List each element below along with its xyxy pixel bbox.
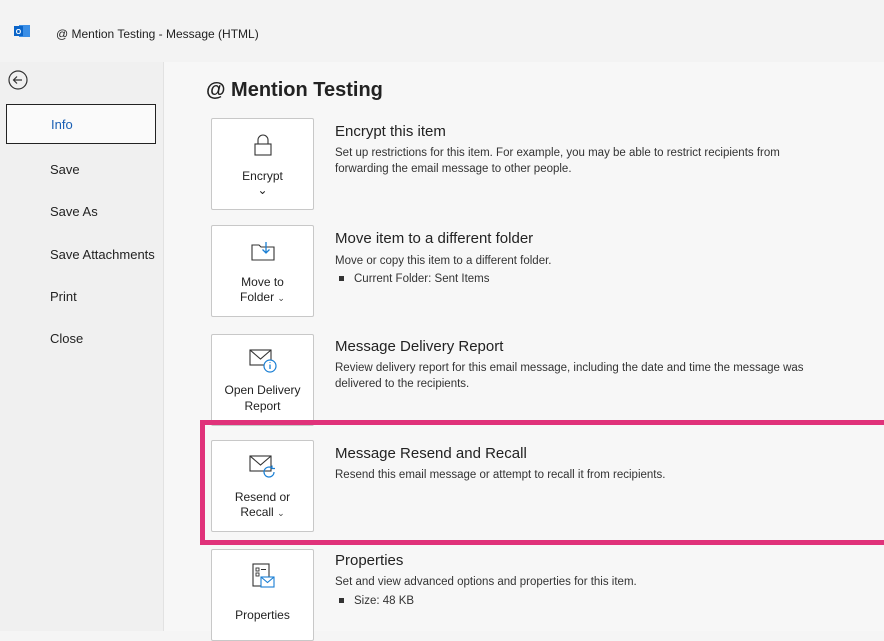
lock-icon [253, 134, 272, 156]
nav-item-save-attachments[interactable]: Save Attachments [6, 235, 156, 275]
properties-button[interactable]: Properties [211, 549, 314, 641]
backstage-sidebar: Info Save Save As Save Attachments Print… [0, 62, 164, 631]
section-desc-move: Move or copy this item to a different fo… [335, 255, 552, 267]
folder-label: Folder [240, 290, 275, 304]
nav-item-print[interactable]: Print [6, 277, 156, 317]
recall-label: Recall [240, 505, 274, 519]
title-bar: O @ Mention Testing - Message (HTML) [0, 0, 884, 63]
section-title-encrypt: Encrypt this item [335, 123, 446, 140]
folder-move-icon [250, 242, 275, 261]
resend-or-label: Resend or [234, 490, 291, 504]
report-label: Report [244, 399, 281, 413]
outlook-app-icon: O [14, 25, 30, 37]
move-to-label: Move to [241, 275, 284, 289]
current-folder-text: Current Folder: Sent Items [354, 273, 490, 285]
page-title: @ Mention Testing [206, 79, 383, 101]
move-to-folder-button[interactable]: Move to Folder ⌄ [211, 225, 314, 317]
section-title-delivery: Message Delivery Report [335, 338, 504, 355]
section-desc-delivery: Review delivery report for this email me… [335, 362, 804, 390]
folder-label-row: Folder ⌄ [212, 290, 313, 306]
bullet-icon [339, 276, 344, 282]
section-title-properties: Properties [335, 552, 404, 569]
nav-item-save[interactable]: Save [6, 150, 156, 190]
section-desc-resend: Resend this email message or attempt to … [335, 469, 666, 481]
section-title-resend: Message Resend and Recall [335, 445, 527, 462]
current-folder-detail: Current Folder: Sent Items [339, 273, 490, 285]
bullet-icon [339, 598, 344, 604]
back-arrow-icon[interactable] [6, 68, 30, 92]
window-title: @ Mention Testing - Message (HTML) [56, 27, 259, 41]
nav-item-save-as[interactable]: Save As [6, 192, 156, 232]
info-pane: @ Mention Testing Encrypt ⌄ Encrypt this… [164, 62, 884, 641]
mail-resend-icon [248, 455, 275, 478]
section-desc-properties: Set and view advanced options and proper… [335, 576, 637, 588]
chevron-down-icon: ⌄ [277, 508, 285, 518]
nav-item-info[interactable]: Info [6, 104, 156, 144]
encrypt-button[interactable]: Encrypt ⌄ [211, 118, 314, 210]
mail-info-icon [248, 349, 277, 373]
properties-icon [251, 563, 275, 588]
size-detail: Size: 48 KB [339, 595, 414, 607]
section-title-move: Move item to a different folder [335, 230, 534, 247]
nav-item-close[interactable]: Close [6, 319, 156, 359]
resend-or-recall-button[interactable]: Resend or Recall ⌄ [211, 440, 314, 532]
chevron-down-icon: ⌄ [257, 183, 268, 197]
chevron-down-icon: ⌄ [277, 293, 285, 303]
section-desc-encrypt: Set up restrictions for this item. For e… [335, 147, 780, 175]
properties-label: Properties [235, 608, 290, 622]
encrypt-label: Encrypt [242, 169, 283, 183]
size-text: Size: 48 KB [354, 595, 415, 607]
open-delivery-label: Open Delivery [224, 383, 301, 397]
recall-label-row: Recall ⌄ [212, 505, 313, 521]
svg-text:O: O [16, 29, 22, 36]
open-delivery-report-button[interactable]: Open Delivery Report [211, 334, 314, 426]
